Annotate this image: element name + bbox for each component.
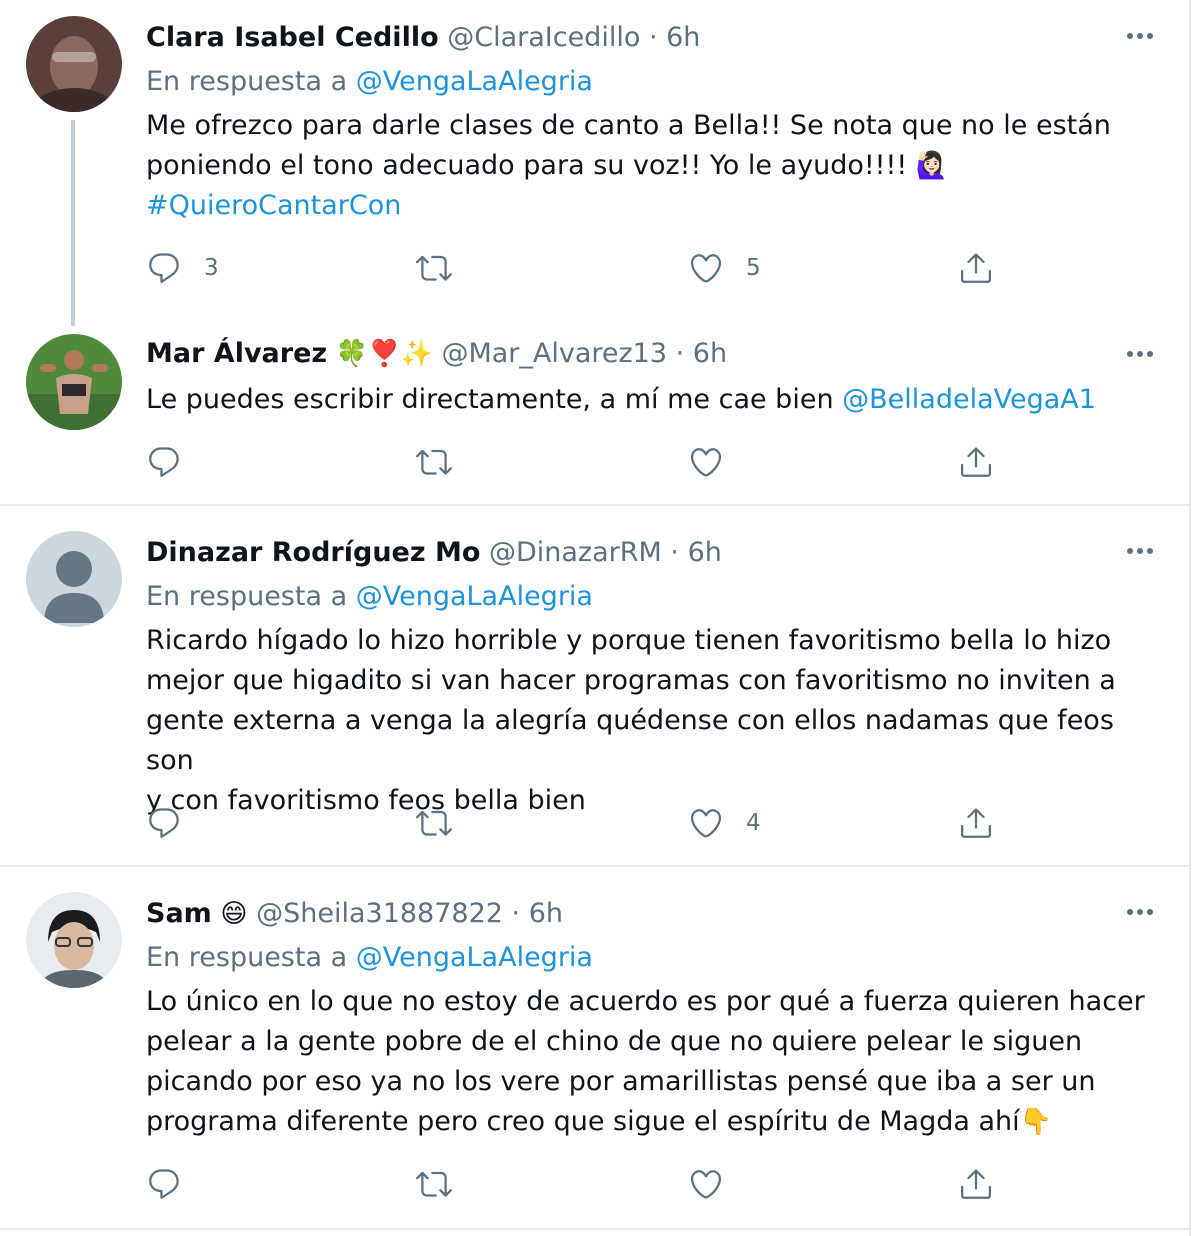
reply-context: En respuesta a @VengaLaAlegria	[146, 62, 593, 102]
text-line: Me ofrezco para darle clases de canto a …	[146, 110, 1111, 141]
reply-button[interactable]	[146, 444, 182, 480]
reply-context: En respuesta a @VengaLaAlegria	[146, 577, 593, 617]
timestamp[interactable]: 6h	[666, 22, 700, 53]
reply-prefix: En respuesta a	[146, 581, 348, 612]
user-handle[interactable]: @DinazarRM	[489, 537, 662, 568]
grinning-emoji: 😄	[220, 899, 248, 929]
reply-to-mention[interactable]: @VengaLaAlegria	[356, 66, 593, 97]
like-button[interactable]	[688, 444, 724, 480]
display-name[interactable]: Clara Isabel Cedillo	[146, 22, 439, 53]
more-icon[interactable]	[1118, 26, 1162, 46]
share-button[interactable]	[958, 805, 994, 841]
reply-button[interactable]	[146, 805, 182, 841]
tweet-text: Le puedes escribir directamente, a mí me…	[146, 384, 1096, 415]
pointing-down-emoji: 👇	[1019, 1107, 1053, 1137]
text-line: picando por eso ya no los vere por amari…	[146, 1066, 1096, 1097]
share-icon	[958, 250, 994, 286]
retweet-button[interactable]	[416, 250, 452, 286]
reply-count: 3	[204, 255, 219, 281]
reply-icon	[146, 1166, 182, 1202]
reply-to-mention[interactable]: @VengaLaAlegria	[356, 942, 593, 973]
tweet-text: Ricardo hígado lo hizo horrible y porque…	[146, 621, 1156, 821]
share-icon	[958, 444, 994, 480]
timestamp[interactable]: 6h	[529, 898, 563, 929]
reply-to-mention[interactable]: @VengaLaAlegria	[356, 581, 593, 612]
display-name[interactable]: Mar Álvarez	[146, 338, 327, 369]
retweet-button[interactable]	[416, 805, 452, 841]
avatar[interactable]	[26, 334, 122, 430]
reply-prefix: En respuesta a	[146, 66, 348, 97]
more-icon[interactable]	[1118, 902, 1162, 922]
tweet-header: Dinazar Rodríguez Mo @DinazarRM · 6h	[146, 533, 722, 573]
heart-icon	[688, 250, 724, 286]
reply-context: En respuesta a @VengaLaAlegria	[146, 938, 593, 978]
woman-raising-hand-emoji: 🙋🏻‍♀️	[915, 151, 949, 181]
retweet-icon	[416, 444, 452, 480]
share-icon	[958, 1166, 994, 1202]
avatar[interactable]	[26, 16, 122, 112]
reply-button[interactable]	[146, 1166, 182, 1202]
share-icon	[958, 805, 994, 841]
avatar[interactable]	[26, 892, 122, 988]
reply-icon	[146, 805, 182, 841]
user-handle[interactable]: @Sheila31887822	[256, 898, 503, 929]
retweet-icon	[416, 250, 452, 286]
tweet-header: Clara Isabel Cedillo @ClaraIcedillo · 6h	[146, 18, 700, 58]
tweet-text: Me ofrezco para darle clases de canto a …	[146, 106, 1156, 226]
tweet-divider	[0, 865, 1190, 867]
text-line: mejor que higadito si van hacer programa…	[146, 665, 1116, 696]
name-emojis: 🍀❣️✨	[335, 339, 433, 369]
text-line: gente externa a venga la alegría quédens…	[146, 705, 1114, 776]
text-line: Lo único en lo que no estoy de acuerdo e…	[146, 986, 1145, 1017]
like-button[interactable]	[688, 1166, 724, 1202]
text-line: programa diferente pero creo que sigue e…	[146, 1106, 1053, 1137]
text-line: y con favoritismo feos bella bien	[146, 785, 586, 816]
user-handle[interactable]: @Mar_Alvarez13	[441, 338, 667, 369]
separator: ·	[640, 22, 667, 53]
retweet-icon	[416, 1166, 452, 1202]
heart-icon	[688, 1166, 724, 1202]
heart-icon	[688, 444, 724, 480]
like-button[interactable]: 4	[688, 805, 761, 841]
more-icon[interactable]	[1118, 541, 1162, 561]
share-button[interactable]	[958, 1166, 994, 1202]
like-button[interactable]: 5	[688, 250, 761, 286]
tweet-divider	[0, 1228, 1190, 1230]
tweet-header: Mar Álvarez 🍀❣️✨ @Mar_Alvarez13 · 6h	[146, 334, 727, 374]
tweet-divider	[0, 504, 1190, 506]
mention-link[interactable]: @BelladelaVegaA1	[842, 384, 1096, 415]
retweet-button[interactable]	[416, 1166, 452, 1202]
display-name[interactable]: Dinazar Rodríguez Mo	[146, 537, 480, 568]
tweet-header: Sam 😄 @Sheila31887822 · 6h	[146, 894, 563, 934]
separator: ·	[661, 537, 688, 568]
separator: ·	[502, 898, 529, 929]
text-line: pelear a la gente pobre de el chino de q…	[146, 1026, 1083, 1057]
reply-button[interactable]: 3	[146, 250, 219, 286]
retweet-button[interactable]	[416, 444, 452, 480]
like-count: 4	[746, 810, 761, 836]
timestamp[interactable]: 6h	[688, 537, 722, 568]
display-name[interactable]: Sam	[146, 898, 212, 929]
tweet-text: Lo único en lo que no estoy de acuerdo e…	[146, 982, 1156, 1142]
user-handle[interactable]: @ClaraIcedillo	[447, 22, 640, 53]
timestamp[interactable]: 6h	[693, 338, 727, 369]
avatar[interactable]	[26, 531, 122, 627]
reply-icon	[146, 444, 182, 480]
text-line: poniendo el tono adecuado para su voz!! …	[146, 150, 949, 181]
more-icon[interactable]	[1118, 344, 1162, 364]
text-line: Ricardo hígado lo hizo horrible y porque…	[146, 625, 1112, 656]
reply-prefix: En respuesta a	[146, 942, 348, 973]
share-button[interactable]	[958, 250, 994, 286]
thread-line	[71, 120, 75, 326]
share-button[interactable]	[958, 444, 994, 480]
timeline-right-border	[1189, 0, 1191, 1236]
separator: ·	[667, 338, 693, 369]
hashtag-link[interactable]: #QuieroCantarCon	[146, 186, 1156, 226]
retweet-icon	[416, 805, 452, 841]
like-count: 5	[746, 255, 761, 281]
heart-icon	[688, 805, 724, 841]
reply-icon	[146, 250, 182, 286]
